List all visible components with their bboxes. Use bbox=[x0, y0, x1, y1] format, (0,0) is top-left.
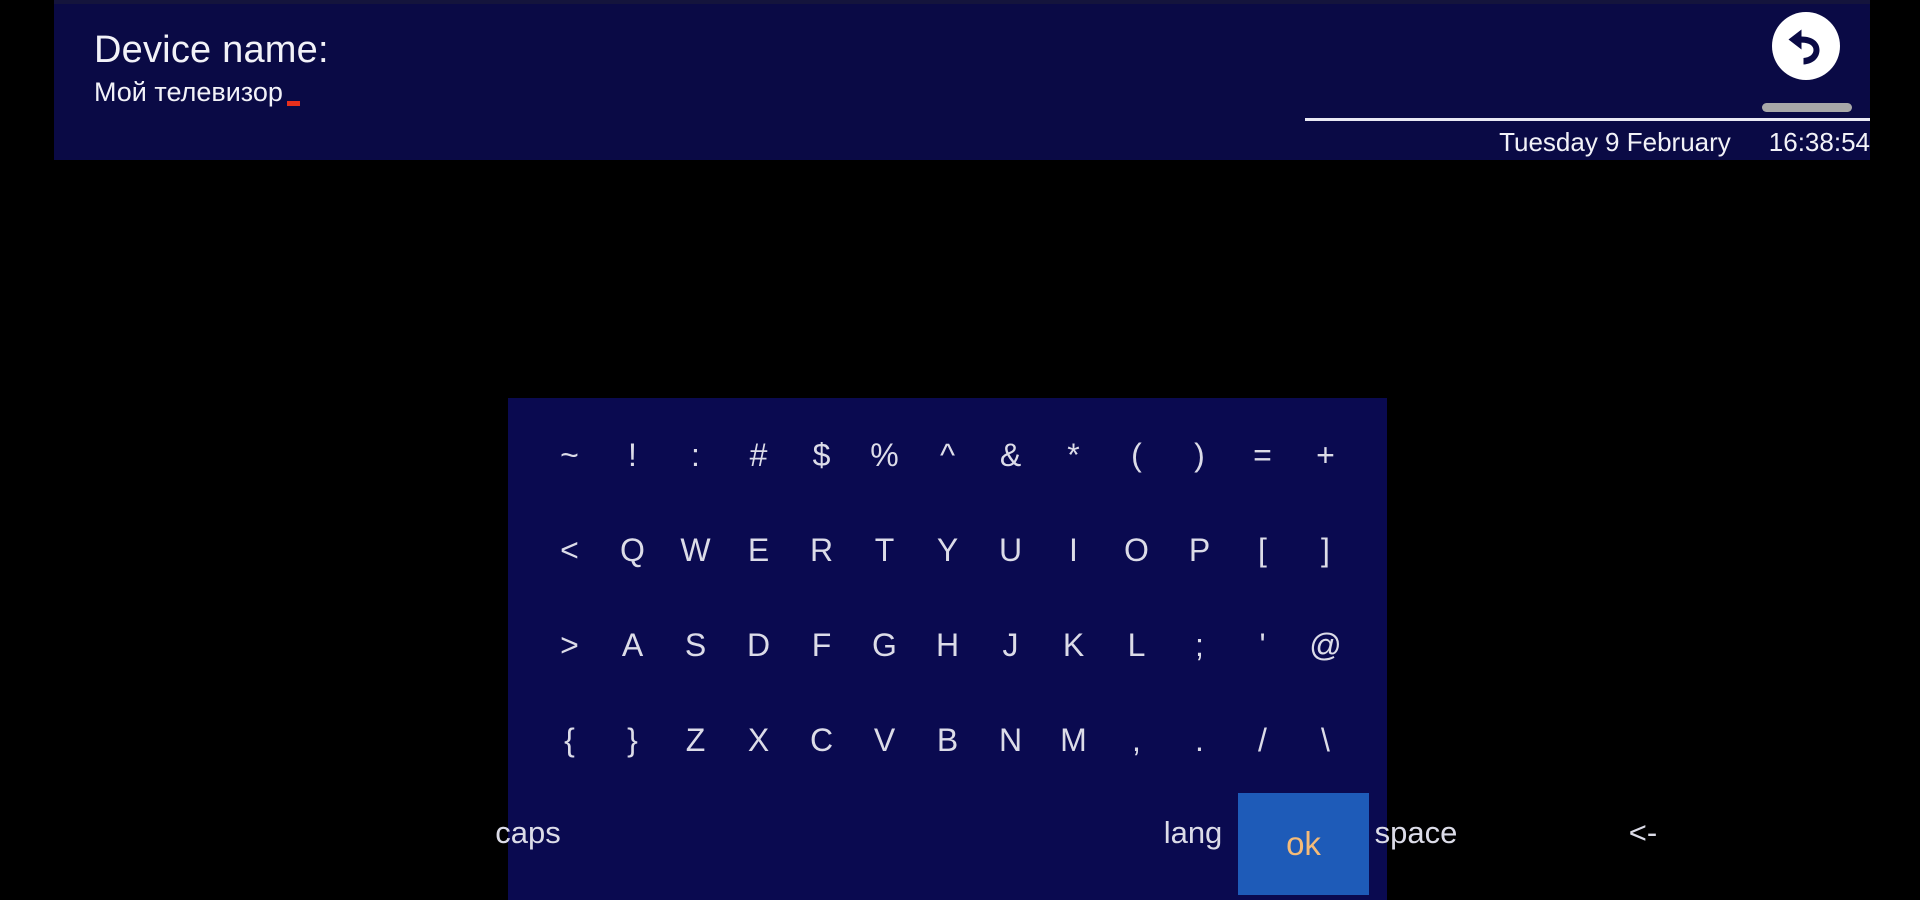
key-bracket-close[interactable]: ] bbox=[1294, 521, 1357, 579]
key-period[interactable]: . bbox=[1168, 711, 1231, 769]
key-y[interactable]: Y bbox=[916, 521, 979, 579]
back-button[interactable] bbox=[1768, 8, 1844, 84]
header-divider bbox=[1305, 118, 1870, 121]
text-cursor bbox=[286, 101, 300, 106]
key-m[interactable]: M bbox=[1042, 711, 1105, 769]
key-k[interactable]: K bbox=[1042, 616, 1105, 674]
key-e[interactable]: E bbox=[727, 521, 790, 579]
key-u[interactable]: U bbox=[979, 521, 1042, 579]
back-arrow-icon bbox=[1772, 12, 1840, 80]
key-p[interactable]: P bbox=[1168, 521, 1231, 579]
key-d[interactable]: D bbox=[727, 616, 790, 674]
header-bar: Device name: Мой телевизор Tuesday 9 Feb… bbox=[54, 0, 1870, 160]
key-comma[interactable]: , bbox=[1105, 711, 1168, 769]
key-semicolon[interactable]: ; bbox=[1168, 616, 1231, 674]
key-g[interactable]: G bbox=[853, 616, 916, 674]
key-o[interactable]: O bbox=[1105, 521, 1168, 579]
key-x[interactable]: X bbox=[727, 711, 790, 769]
key-greater-than[interactable]: > bbox=[538, 616, 601, 674]
device-name-block: Device name: Мой телевизор bbox=[94, 28, 329, 109]
time-text: 16:38:54 bbox=[1768, 126, 1870, 157]
key-tilde[interactable]: ~ bbox=[538, 426, 601, 484]
key-caps[interactable]: caps bbox=[468, 813, 588, 853]
scroll-indicator[interactable] bbox=[1762, 103, 1852, 112]
key-backslash[interactable]: \ bbox=[1294, 711, 1357, 769]
key-equals[interactable]: = bbox=[1231, 426, 1294, 484]
keyboard-row-qwerty: < Q W E R T Y U I O P [ ] bbox=[538, 521, 1357, 579]
key-l[interactable]: L bbox=[1105, 616, 1168, 674]
key-b[interactable]: B bbox=[916, 711, 979, 769]
key-q[interactable]: Q bbox=[601, 521, 664, 579]
keyboard-row-zxcv: { } Z X C V B N M , . / \ bbox=[538, 711, 1357, 769]
key-r[interactable]: R bbox=[790, 521, 853, 579]
page-title: Device name: bbox=[94, 29, 329, 71]
key-s[interactable]: S bbox=[664, 616, 727, 674]
key-apostrophe[interactable]: ' bbox=[1231, 616, 1294, 674]
key-f[interactable]: F bbox=[790, 616, 853, 674]
key-n[interactable]: N bbox=[979, 711, 1042, 769]
key-brace-close[interactable]: } bbox=[601, 711, 664, 769]
key-hash[interactable]: # bbox=[727, 426, 790, 484]
key-ampersand[interactable]: & bbox=[979, 426, 1042, 484]
key-h[interactable]: H bbox=[916, 616, 979, 674]
key-paren-close[interactable]: ) bbox=[1168, 426, 1231, 484]
key-colon[interactable]: : bbox=[664, 426, 727, 484]
key-at[interactable]: @ bbox=[1294, 616, 1357, 674]
key-c[interactable]: C bbox=[790, 711, 853, 769]
device-name-value: Мой телевизор bbox=[94, 77, 283, 107]
key-caret[interactable]: ^ bbox=[916, 426, 979, 484]
key-j[interactable]: J bbox=[979, 616, 1042, 674]
key-backspace[interactable]: <- bbox=[1598, 813, 1688, 853]
key-lang[interactable]: lang bbox=[1133, 813, 1253, 853]
key-slash[interactable]: / bbox=[1231, 711, 1294, 769]
key-i[interactable]: I bbox=[1042, 521, 1105, 579]
header-top-edge bbox=[54, 0, 1870, 4]
key-brace-open[interactable]: { bbox=[538, 711, 601, 769]
tv-settings-screen: Device name: Мой телевизор Tuesday 9 Feb… bbox=[0, 0, 1920, 900]
key-w[interactable]: W bbox=[664, 521, 727, 579]
key-percent[interactable]: % bbox=[853, 426, 916, 484]
key-plus[interactable]: + bbox=[1294, 426, 1357, 484]
key-bracket-open[interactable]: [ bbox=[1231, 521, 1294, 579]
device-name-input[interactable]: Мой телевизор bbox=[94, 76, 329, 109]
key-t[interactable]: T bbox=[853, 521, 916, 579]
ok-button[interactable]: ok bbox=[1238, 793, 1369, 895]
key-paren-open[interactable]: ( bbox=[1105, 426, 1168, 484]
key-dollar[interactable]: $ bbox=[790, 426, 853, 484]
date-text: Tuesday 9 February bbox=[1499, 126, 1731, 157]
key-z[interactable]: Z bbox=[664, 711, 727, 769]
keyboard-row-asdf: > A S D F G H J K L ; ' @ bbox=[538, 616, 1357, 674]
key-a[interactable]: A bbox=[601, 616, 664, 674]
key-v[interactable]: V bbox=[853, 711, 916, 769]
key-asterisk[interactable]: * bbox=[1042, 426, 1105, 484]
keyboard-row-symbols: ~ ! : # $ % ^ & * ( ) = + bbox=[538, 426, 1357, 484]
key-exclam[interactable]: ! bbox=[601, 426, 664, 484]
key-less-than[interactable]: < bbox=[538, 521, 601, 579]
datetime-display: Tuesday 9 February 16:38:54 bbox=[1305, 125, 1870, 159]
